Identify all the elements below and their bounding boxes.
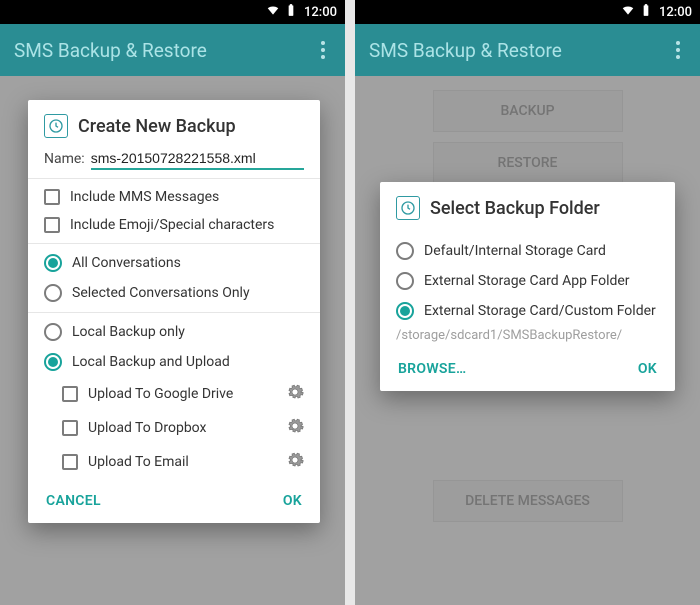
ok-button[interactable]: OK	[638, 361, 657, 377]
upload-dropbox-row[interactable]: Upload To Dropbox	[28, 411, 320, 445]
checkbox-icon	[62, 386, 78, 402]
radio-icon	[44, 254, 62, 272]
gear-icon[interactable]	[286, 383, 304, 405]
all-conversations-label: All Conversations	[72, 255, 181, 271]
upload-dropbox-label: Upload To Dropbox	[88, 420, 206, 436]
gear-icon[interactable]	[286, 417, 304, 439]
app-bar: SMS Backup & Restore	[355, 24, 700, 76]
clock-text: 12:00	[304, 5, 337, 20]
include-mms-row[interactable]: Include MMS Messages	[28, 183, 320, 211]
checkbox-icon	[44, 189, 60, 205]
select-folder-dialog: Select Backup Folder Default/Internal St…	[380, 182, 675, 391]
app-bar: SMS Backup & Restore	[0, 24, 345, 76]
upload-gdrive-row[interactable]: Upload To Google Drive	[28, 377, 320, 411]
overflow-menu-icon[interactable]	[315, 35, 331, 65]
external-custom-folder-row[interactable]: External Storage Card/Custom Folder	[380, 296, 675, 326]
external-app-folder-label: External Storage Card App Folder	[424, 273, 630, 289]
checkbox-icon	[62, 420, 78, 436]
radio-icon	[44, 284, 62, 302]
external-custom-folder-label: External Storage Card/Custom Folder	[424, 303, 656, 319]
radio-icon	[396, 302, 414, 320]
browse-button[interactable]: BROWSE…	[398, 361, 466, 377]
wifi-icon	[621, 3, 635, 21]
app-title: SMS Backup & Restore	[369, 39, 562, 62]
default-storage-row[interactable]: Default/Internal Storage Card	[380, 236, 675, 266]
status-bar: 12:00	[0, 0, 345, 24]
overflow-menu-icon[interactable]	[670, 35, 686, 65]
default-storage-label: Default/Internal Storage Card	[424, 243, 606, 259]
status-bar: 12:00	[355, 0, 700, 24]
ok-button[interactable]: OK	[283, 493, 302, 509]
app-logo-icon	[396, 196, 420, 220]
name-label: Name:	[44, 151, 85, 167]
filename-input[interactable]	[91, 148, 304, 170]
upload-email-row[interactable]: Upload To Email	[28, 445, 320, 479]
custom-path-text: /storage/sdcard1/SMSBackupRestore/	[380, 326, 675, 351]
checkbox-icon	[62, 454, 78, 470]
dialog-title: Create New Backup	[78, 116, 236, 137]
checkbox-icon	[44, 217, 60, 233]
include-mms-label: Include MMS Messages	[70, 189, 219, 205]
cancel-button[interactable]: CANCEL	[46, 493, 101, 509]
app-title: SMS Backup & Restore	[14, 39, 207, 62]
local-upload-row[interactable]: Local Backup and Upload	[28, 347, 320, 377]
external-app-folder-row[interactable]: External Storage Card App Folder	[380, 266, 675, 296]
upload-gdrive-label: Upload To Google Drive	[88, 386, 233, 402]
upload-email-label: Upload To Email	[88, 454, 189, 470]
include-emoji-label: Include Emoji/Special characters	[70, 217, 274, 233]
app-logo-icon	[44, 114, 68, 138]
all-conversations-row[interactable]: All Conversations	[28, 248, 320, 278]
clock-text: 12:00	[659, 5, 692, 20]
local-only-row[interactable]: Local Backup only	[28, 317, 320, 347]
screen-left: 12:00 SMS Backup & Restore Create New Ba…	[0, 0, 345, 605]
dialog-title: Select Backup Folder	[430, 198, 600, 219]
screen-right: 12:00 SMS Backup & Restore BACKUP RESTOR…	[355, 0, 700, 605]
radio-icon	[44, 353, 62, 371]
create-backup-dialog: Create New Backup Name: Include MMS Mess…	[28, 100, 320, 523]
radio-icon	[396, 242, 414, 260]
battery-icon	[639, 3, 653, 21]
battery-icon	[284, 3, 298, 21]
local-only-label: Local Backup only	[72, 324, 185, 340]
gear-icon[interactable]	[286, 451, 304, 473]
radio-icon	[396, 272, 414, 290]
radio-icon	[44, 323, 62, 341]
selected-conversations-label: Selected Conversations Only	[72, 285, 250, 301]
selected-conversations-row[interactable]: Selected Conversations Only	[28, 278, 320, 308]
wifi-icon	[266, 3, 280, 21]
include-emoji-row[interactable]: Include Emoji/Special characters	[28, 211, 320, 239]
local-upload-label: Local Backup and Upload	[72, 354, 230, 370]
